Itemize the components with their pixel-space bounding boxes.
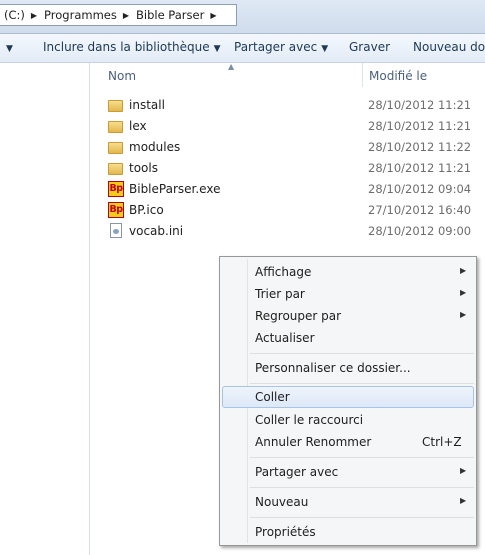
file-date: 27/10/2012 16:40 (368, 203, 472, 217)
share-with-button[interactable]: Partager avec ▼ (234, 40, 328, 54)
menu-item-paste[interactable]: Coller (222, 386, 474, 408)
breadcrumb-bible-parser[interactable]: Bible Parser (132, 8, 207, 22)
command-bar: ▼ Inclure dans la bibliothèque ▼ Partager… (0, 34, 485, 63)
menu-separator (250, 383, 474, 384)
file-date: 28/10/2012 11:22 (368, 140, 472, 154)
bp-icon-label: Bp (108, 181, 124, 197)
folder-icon (108, 160, 125, 176)
menu-item-label: Partager avec (255, 465, 339, 479)
submenu-arrow-icon: ▶ (460, 310, 467, 319)
file-date: 28/10/2012 11:21 (368, 161, 472, 175)
file-date: 28/10/2012 11:21 (368, 98, 472, 112)
submenu-arrow-icon: ▶ (460, 496, 467, 505)
file-date: 28/10/2012 09:00 (368, 224, 472, 238)
menu-item-share-with[interactable]: Partager avec ▶ (222, 461, 474, 483)
file-name: BP.ico (129, 203, 164, 217)
breadcrumb-arrow-icon[interactable]: ▶ (207, 11, 219, 20)
list-item[interactable]: Bp BibleParser.exe 28/10/2012 09:04 (100, 179, 485, 200)
column-header: Nom Modifié le (100, 63, 485, 87)
burn-button[interactable]: Graver (349, 40, 390, 54)
menu-item-new[interactable]: Nouveau ▶ (222, 491, 474, 513)
file-name: install (129, 98, 165, 112)
menu-item-customize-folder[interactable]: Personnaliser ce dossier... (222, 357, 474, 379)
share-with-label: Partager avec (234, 40, 318, 54)
menu-item-label: Personnaliser ce dossier... (255, 361, 411, 375)
breadcrumb-programmes[interactable]: Programmes (40, 8, 120, 22)
include-in-library-label: Inclure dans la bibliothèque (43, 40, 210, 54)
list-item[interactable]: install 28/10/2012 11:21 (100, 95, 485, 116)
file-date: 28/10/2012 11:21 (368, 119, 472, 133)
menu-item-group-by[interactable]: Regrouper par ▶ (222, 305, 474, 327)
navigation-pane[interactable] (0, 63, 90, 555)
chevron-down-icon: ▼ (321, 44, 329, 54)
submenu-arrow-icon: ▶ (460, 266, 467, 275)
breadcrumb[interactable]: (C:) ▶ Programmes ▶ Bible Parser ▶ (0, 4, 237, 26)
column-divider[interactable] (362, 63, 363, 87)
menu-item-sort-by[interactable]: Trier par ▶ (222, 283, 474, 305)
submenu-arrow-icon: ▶ (460, 288, 467, 297)
menu-separator (250, 457, 474, 458)
list-item[interactable]: vocab.ini 28/10/2012 09:00 (100, 221, 485, 242)
breadcrumb-drive[interactable]: (C:) (0, 8, 28, 22)
folder-icon (108, 97, 125, 113)
list-item[interactable]: Bp BP.ico 27/10/2012 16:40 (100, 200, 485, 221)
breadcrumb-arrow-icon[interactable]: ▶ (120, 11, 132, 20)
menu-separator (250, 517, 474, 518)
menu-separator (250, 353, 474, 354)
breadcrumb-arrow-icon[interactable]: ▶ (28, 11, 40, 20)
column-modified-header[interactable]: Modifié le (369, 69, 427, 83)
menu-item-label: Trier par (255, 287, 305, 301)
chevron-down-icon[interactable]: ▼ (2, 40, 13, 54)
address-bar: (C:) ▶ Programmes ▶ Bible Parser ▶ (0, 0, 485, 34)
menu-item-paste-shortcut[interactable]: Coller le raccourci (222, 409, 474, 431)
file-name: vocab.ini (129, 224, 184, 238)
menu-item-view[interactable]: Affichage ▶ (222, 261, 474, 283)
menu-item-label: Coller (255, 390, 290, 404)
bp-app-icon: Bp (108, 181, 125, 197)
list-item[interactable]: lex 28/10/2012 11:21 (100, 116, 485, 137)
file-name: modules (129, 140, 181, 154)
menu-item-label: Affichage (255, 265, 312, 279)
context-menu: Affichage ▶ Trier par ▶ Regrouper par ▶ … (219, 256, 477, 546)
menu-item-label: Regrouper par (255, 309, 342, 323)
settings-file-icon (108, 223, 125, 239)
list-item[interactable]: modules 28/10/2012 11:22 (100, 137, 485, 158)
file-name: lex (129, 119, 147, 133)
include-in-library-button[interactable]: Inclure dans la bibliothèque ▼ (43, 40, 221, 54)
menu-item-label: Annuler Renommer (255, 435, 372, 449)
menu-item-label: Actualiser (255, 331, 315, 345)
chevron-down-icon: ▼ (213, 44, 221, 54)
menu-item-undo-rename[interactable]: Annuler Renommer Ctrl+Z (222, 431, 474, 453)
list-item[interactable]: tools 28/10/2012 11:21 (100, 158, 485, 179)
menu-item-refresh[interactable]: Actualiser (222, 327, 474, 349)
menu-separator (250, 487, 474, 488)
folder-icon (108, 118, 125, 134)
file-name: tools (129, 161, 158, 175)
column-name-header[interactable]: Nom (108, 69, 136, 83)
menu-item-label: Nouveau (255, 495, 309, 509)
menu-item-shortcut: Ctrl+Z (422, 435, 462, 449)
pane-divider[interactable] (89, 63, 90, 555)
folder-icon (108, 139, 125, 155)
new-folder-button[interactable]: Nouveau dossier (413, 40, 485, 54)
submenu-arrow-icon: ▶ (460, 466, 467, 475)
bp-icon-label: Bp (108, 202, 124, 218)
menu-item-label: Propriétés (255, 525, 316, 539)
file-name: BibleParser.exe (129, 182, 221, 196)
menu-item-properties[interactable]: Propriétés (222, 521, 474, 543)
bp-app-icon: Bp (108, 202, 125, 218)
menu-item-label: Coller le raccourci (255, 413, 364, 427)
file-date: 28/10/2012 09:04 (368, 182, 472, 196)
